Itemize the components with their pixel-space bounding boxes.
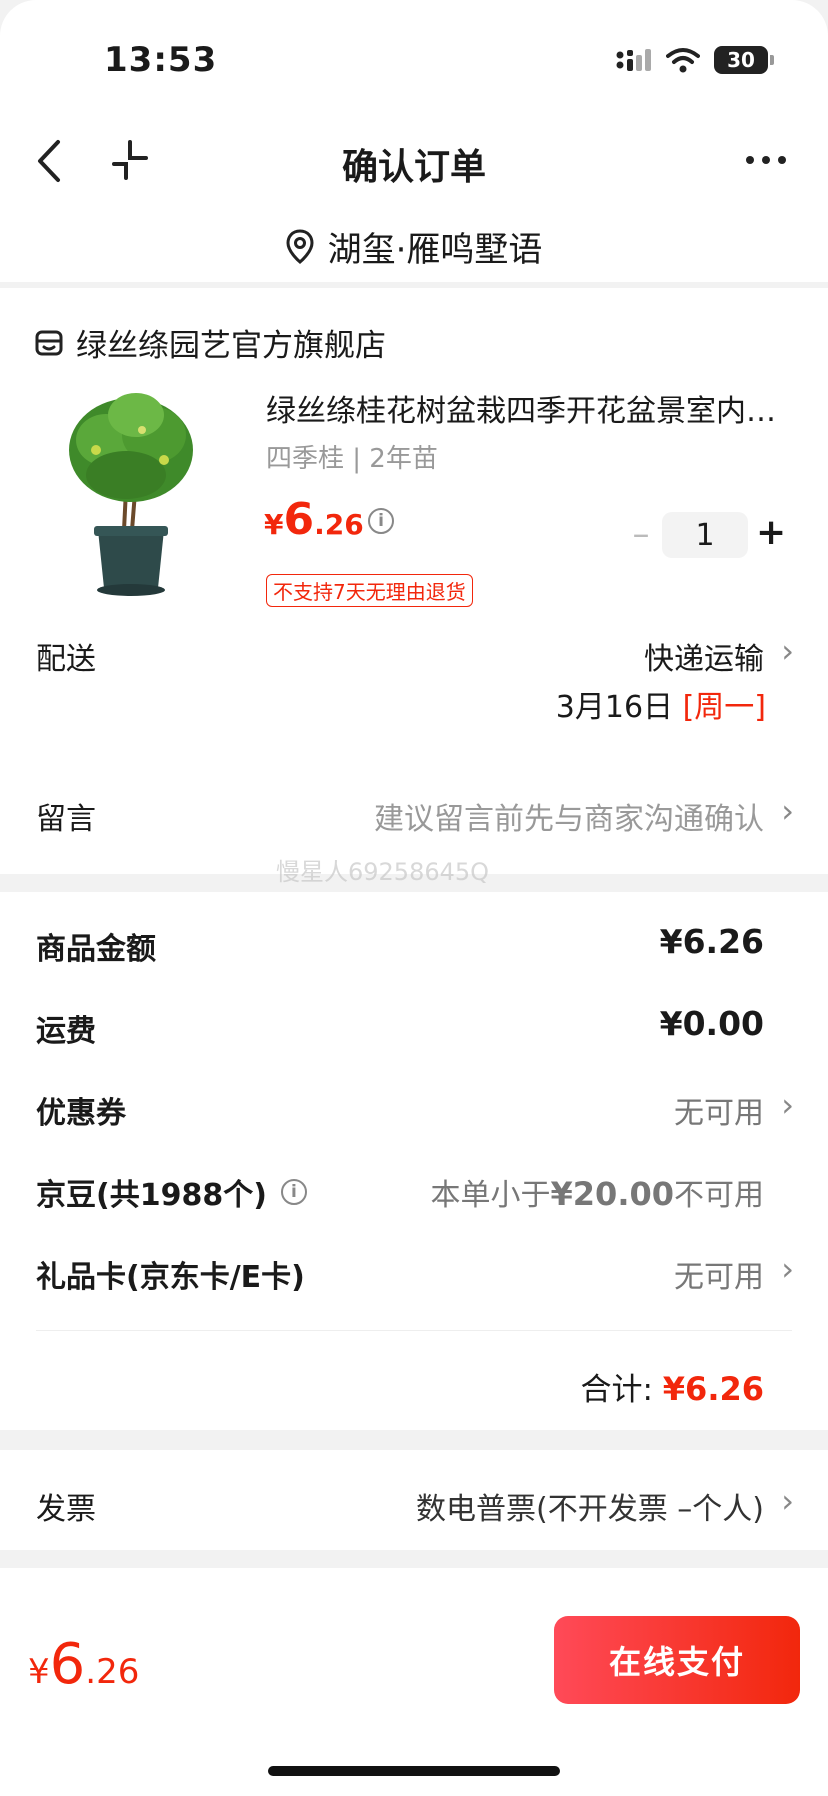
coupon-label: 优惠券 xyxy=(36,1096,126,1131)
bottom-price: ¥6.26 xyxy=(28,1632,139,1697)
total-value: ¥6.26 xyxy=(662,1370,764,1408)
quantity-increase-button[interactable]: + xyxy=(756,512,786,553)
invoice-chevron-icon[interactable]: › xyxy=(781,1482,794,1520)
shipping-value: ¥0.00 xyxy=(659,1004,764,1043)
price-info-icon[interactable]: i xyxy=(368,508,394,534)
home-indicator xyxy=(268,1766,560,1776)
delivery-date: 3月16日 [周一] xyxy=(556,682,766,726)
beans-value: 本单小于¥20.00不可用 xyxy=(431,1170,764,1214)
invoice-value[interactable]: 数电普票(不开发票 –个人) xyxy=(416,1484,764,1528)
wifi-icon xyxy=(666,48,700,73)
return-policy-badge: 不支持7天无理由退货 xyxy=(266,574,473,607)
delivery-method[interactable]: 快递运输 xyxy=(644,634,764,678)
delivery-label: 配送 xyxy=(36,642,96,677)
delivery-date-text: 3月16日 xyxy=(555,690,674,725)
note-label: 留言 xyxy=(36,802,96,837)
total-label: 合计: xyxy=(580,1372,653,1408)
store-icon xyxy=(35,330,63,355)
summary-divider xyxy=(36,1330,792,1331)
goods-amount-label: 商品金额 xyxy=(36,932,156,967)
shipping-label: 运费 xyxy=(36,1014,96,1049)
status-time: 13:53 xyxy=(104,40,218,80)
price-decimal: .26 xyxy=(314,508,364,541)
page-title: 确认订单 xyxy=(341,147,486,188)
beans-value-amount: ¥20.00 xyxy=(550,1175,674,1213)
battery-icon: 30 xyxy=(714,46,774,74)
status-icons: 30 xyxy=(616,44,774,76)
summary-card xyxy=(0,892,828,1430)
beans-row-label: 京豆(共1988个) i xyxy=(36,1170,307,1214)
beans-info-icon[interactable]: i xyxy=(280,1179,307,1205)
location-pin-icon xyxy=(286,228,314,264)
signal-icon xyxy=(616,49,651,71)
product-title[interactable]: 绿丝绦桂花树盆栽四季开花盆景室内庭院浓香型 xyxy=(266,386,796,430)
beans-value-suffix: 不可用 xyxy=(674,1178,764,1213)
giftcard-value[interactable]: 无可用 xyxy=(674,1252,764,1296)
watermark: 慢星人69258645Q xyxy=(276,858,490,886)
note-input[interactable]: 建议留言前先与商家沟通确认 xyxy=(374,794,764,838)
pay-online-button[interactable]: 在线支付 xyxy=(554,1616,800,1704)
bottom-price-symbol: ¥ xyxy=(28,1652,50,1692)
delivery-chevron-icon[interactable]: › xyxy=(781,632,794,670)
delivery-weekday: [周一] xyxy=(682,690,766,725)
store-row[interactable]: 绿丝绦园艺官方旗舰店 xyxy=(34,320,386,365)
price-integer: 6 xyxy=(283,494,315,545)
address-text: 湖玺·雁鸣墅语 xyxy=(327,230,543,270)
store-name: 绿丝绦园艺官方旗舰店 xyxy=(76,328,386,364)
quantity-value[interactable]: 1 xyxy=(662,512,748,558)
beans-label: 京豆(共1988个) xyxy=(36,1178,267,1213)
bottom-price-decimal: .26 xyxy=(85,1652,140,1692)
giftcard-chevron-icon[interactable]: › xyxy=(781,1250,794,1288)
invoice-label: 发票 xyxy=(36,1492,96,1527)
battery-level: 30 xyxy=(727,48,755,72)
quantity-decrease-button[interactable]: – xyxy=(626,514,656,554)
more-icon[interactable] xyxy=(744,150,788,170)
price-symbol: ¥ xyxy=(264,508,284,541)
total-row: 合计: ¥6.26 xyxy=(580,1364,764,1409)
giftcard-label: 礼品卡(京东卡/E卡) xyxy=(36,1260,305,1295)
product-spec[interactable]: 四季桂 | 2年苗 xyxy=(266,438,438,475)
address-bar[interactable]: 湖玺·雁鸣墅语 xyxy=(0,222,828,271)
goods-amount-value: ¥6.26 xyxy=(659,922,764,961)
product-image[interactable] xyxy=(46,380,226,600)
product-price: ¥6.26 xyxy=(264,494,364,545)
note-chevron-icon[interactable]: › xyxy=(781,792,794,830)
beans-value-prefix: 本单小于 xyxy=(430,1178,551,1213)
bottom-price-integer: 6 xyxy=(49,1632,86,1697)
coupon-value[interactable]: 无可用 xyxy=(674,1088,764,1132)
coupon-chevron-icon[interactable]: › xyxy=(781,1086,794,1124)
